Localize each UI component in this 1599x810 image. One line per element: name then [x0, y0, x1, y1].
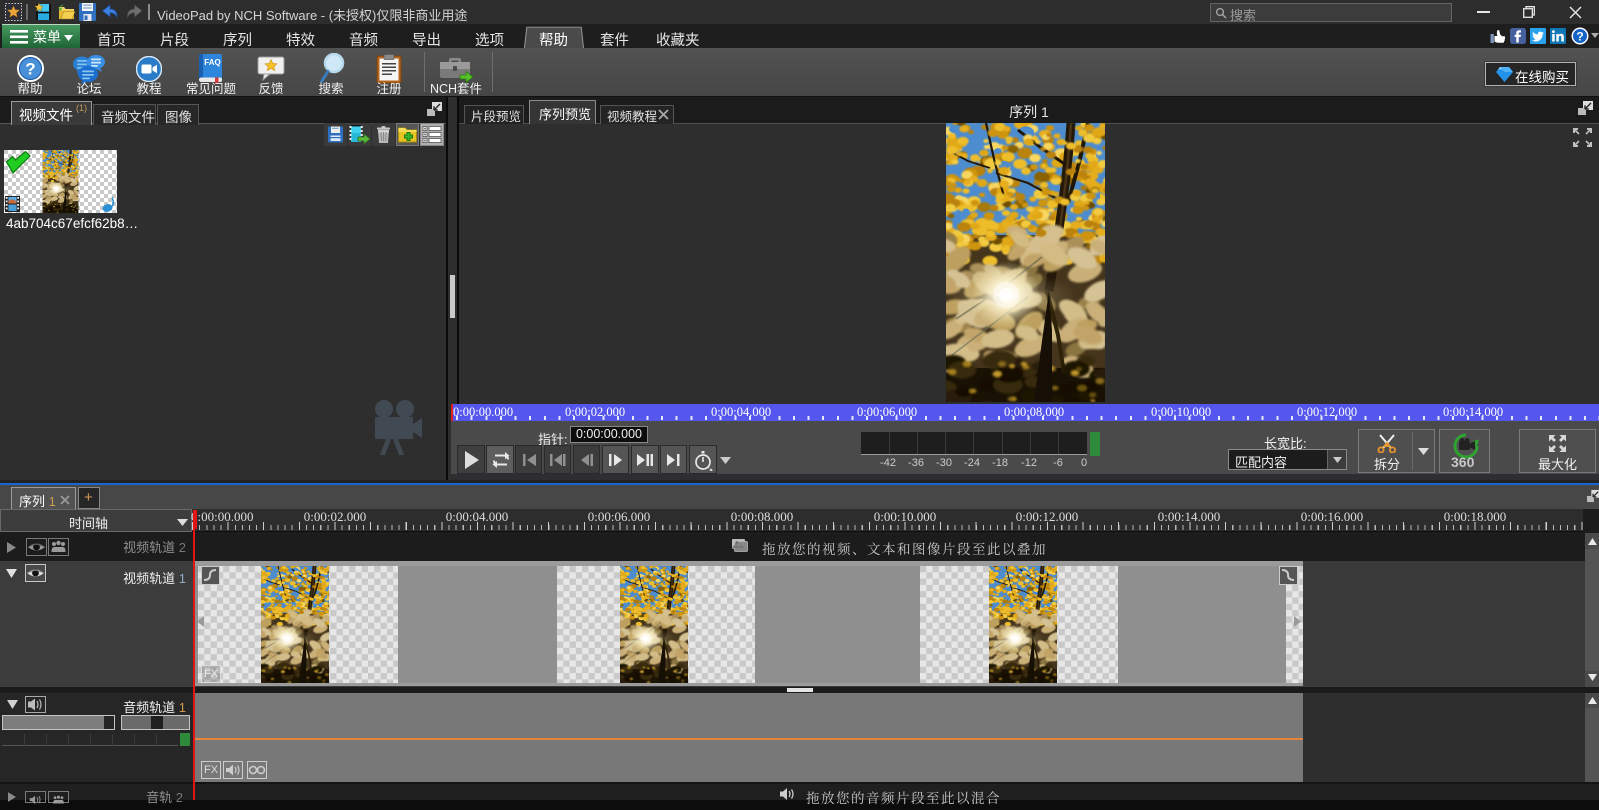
svg-text:?: ?: [1576, 29, 1583, 43]
svg-text:?: ?: [25, 60, 35, 79]
svg-text:FAQ: FAQ: [204, 58, 220, 67]
